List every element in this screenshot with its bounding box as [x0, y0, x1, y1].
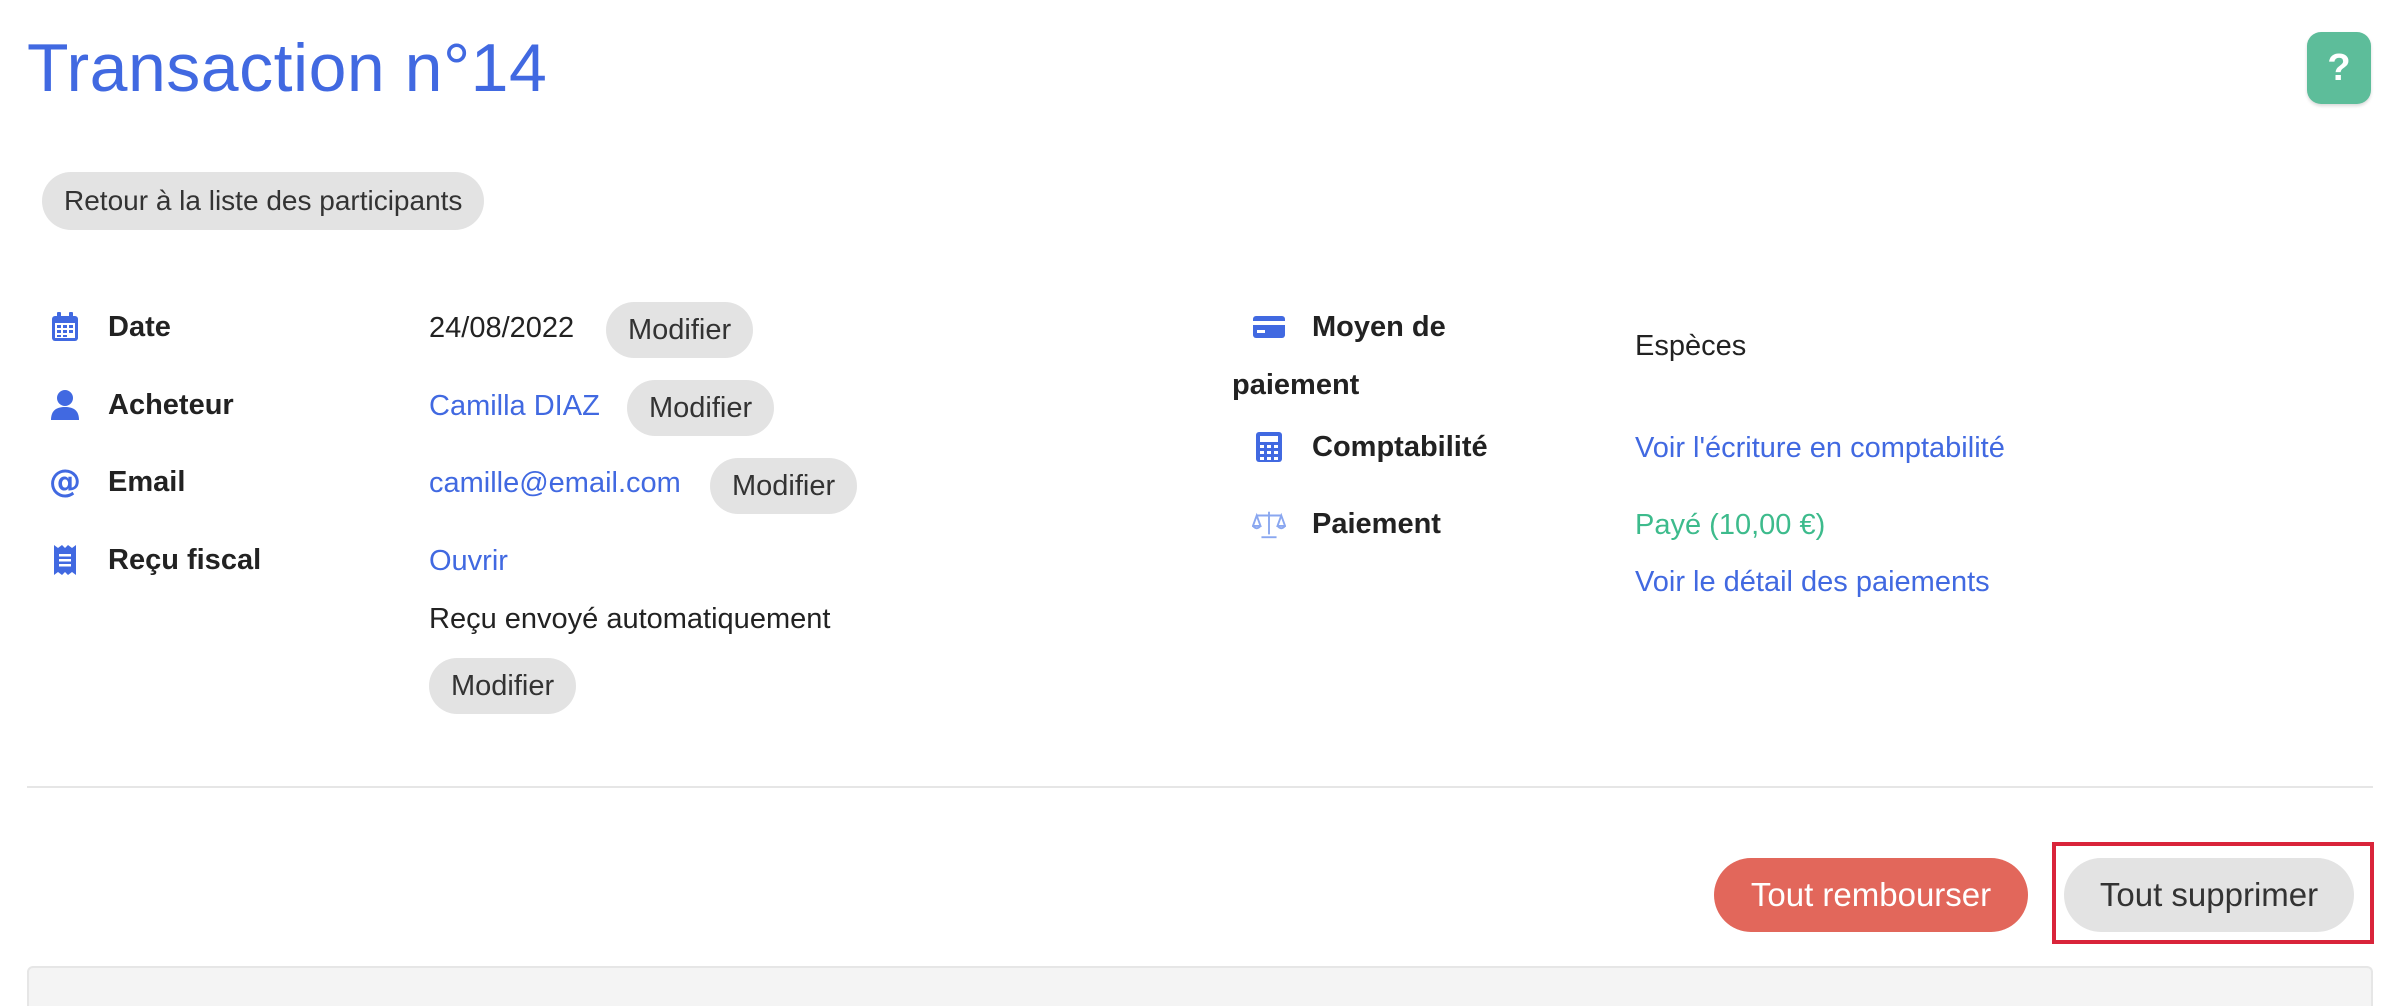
- svg-text:@: @: [49, 465, 81, 499]
- receipt-label: Reçu fiscal: [108, 543, 262, 576]
- modify-date-button[interactable]: Modifier: [606, 302, 754, 358]
- date-value: 24/08/2022: [429, 312, 575, 344]
- payment-method-label-row: Moyen de: [1252, 310, 1446, 344]
- page-title: Transaction n°14: [27, 30, 548, 106]
- divider: [27, 786, 2373, 788]
- payment-label: Paiement: [1312, 507, 1441, 540]
- receipt-icon: [48, 543, 82, 577]
- receipt-status-text: Reçu envoyé automatiquement: [429, 603, 831, 635]
- modify-buyer-button[interactable]: Modifier: [627, 380, 775, 436]
- modify-receipt-button[interactable]: Modifier: [429, 658, 577, 714]
- payment-status: Payé (10,00 €): [1635, 509, 1826, 541]
- accounting-label-row: Comptabilité: [1252, 430, 1488, 464]
- payment-method-value: Espèces: [1635, 330, 1747, 362]
- bottom-panel: [27, 966, 2373, 1006]
- payment-details-link[interactable]: Voir le détail des paiements: [1635, 566, 1990, 599]
- payment-method-label: Moyen de: [1312, 310, 1446, 343]
- balance-scale-icon: [1252, 507, 1286, 541]
- at-sign-icon: @: [48, 465, 82, 499]
- delete-all-button[interactable]: Tout supprimer: [2064, 858, 2354, 932]
- receipt-label-row: Reçu fiscal: [48, 543, 261, 577]
- calendar-icon: [48, 310, 82, 344]
- date-label: Date: [108, 310, 171, 343]
- refund-all-button[interactable]: Tout rembourser: [1714, 858, 2028, 932]
- buyer-label-row: Acheteur: [48, 388, 234, 422]
- accounting-label: Comptabilité: [1312, 430, 1488, 463]
- user-icon: [48, 388, 82, 422]
- buyer-link[interactable]: Camilla DIAZ: [429, 390, 600, 423]
- email-label: Email: [108, 465, 186, 498]
- buyer-label: Acheteur: [108, 388, 234, 421]
- calculator-icon: [1252, 430, 1286, 464]
- help-button[interactable]: ?: [2307, 32, 2371, 104]
- credit-card-icon: [1252, 310, 1286, 344]
- date-label-row: Date: [48, 310, 171, 344]
- email-link[interactable]: camille@email.com: [429, 467, 681, 500]
- email-label-row: @ Email: [48, 465, 185, 499]
- accounting-entry-link[interactable]: Voir l'écriture en comptabilité: [1635, 432, 2005, 465]
- payment-label-row: Paiement: [1252, 507, 1441, 541]
- open-receipt-link[interactable]: Ouvrir: [429, 545, 508, 578]
- payment-method-label-cont: paiement: [1232, 369, 1360, 401]
- modify-email-button[interactable]: Modifier: [710, 458, 858, 514]
- back-to-participants-button[interactable]: Retour à la liste des participants: [42, 172, 485, 230]
